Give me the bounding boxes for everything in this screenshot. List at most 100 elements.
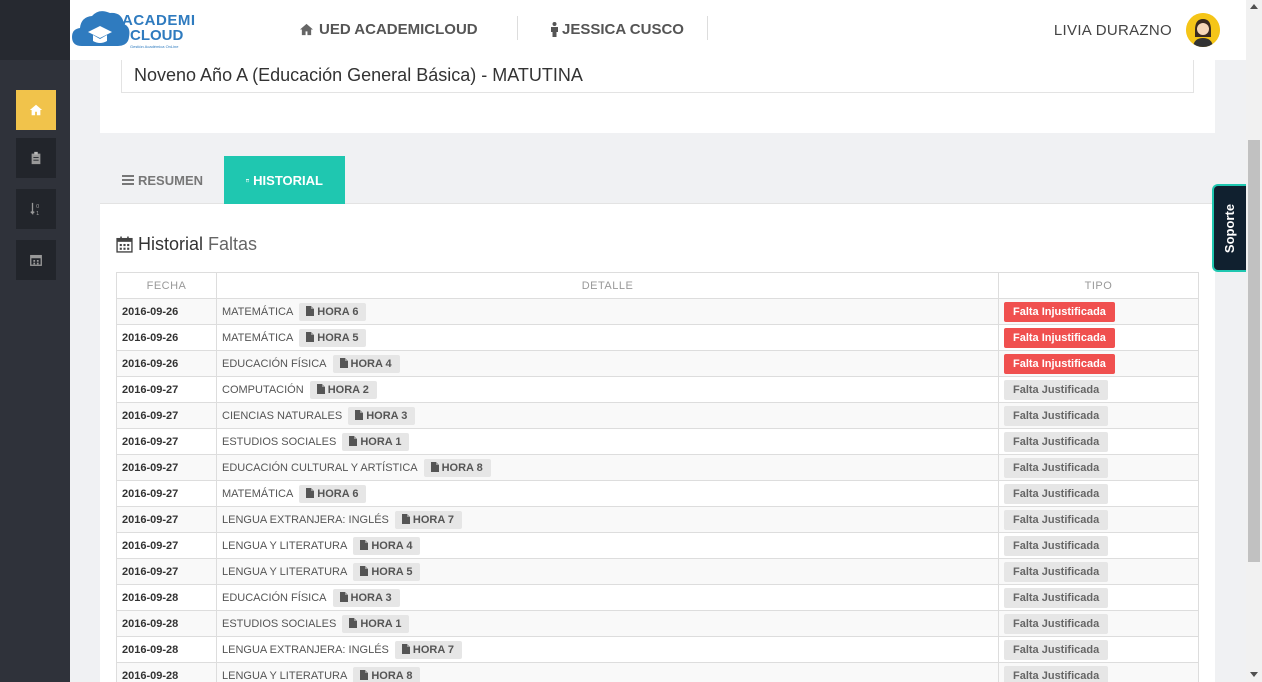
nav-student-label: JESSICA CUSCO (562, 20, 684, 38)
file-icon (306, 331, 315, 342)
status-badge: Falta Justificada (1004, 587, 1109, 608)
row-type: Falta Justificada (998, 428, 1199, 455)
row-detail: EDUCACIÓN FÍSICA HORA 3 (216, 584, 999, 611)
hora-label: HORA 4 (350, 357, 392, 370)
row-detail: EDUCACIÓN FÍSICA HORA 4 (216, 350, 999, 377)
row-type: Falta Justificada (998, 636, 1199, 663)
table-body: 2016-09-26 MATEMÁTICA HORA 6 Falta Injustif… (116, 298, 1199, 682)
hora-badge: HORA 1 (342, 432, 410, 451)
file-icon (306, 305, 315, 316)
row-date: 2016-09-27 (116, 532, 217, 559)
calendar-icon (246, 178, 250, 182)
column-header-detalle[interactable]: DETALLE (216, 272, 999, 299)
svg-text:0: 0 (36, 204, 39, 210)
row-date: 2016-09-27 (116, 480, 217, 507)
status-badge: Falta Justificada (1004, 665, 1109, 682)
scrollbar[interactable] (1246, 0, 1262, 682)
table-row: 2016-09-27 LENGUA EXTRANJERA: INGLÉS HORA … (116, 506, 1199, 533)
file-icon (349, 435, 358, 446)
row-date: 2016-09-27 (116, 506, 217, 533)
row-subject: ESTUDIOS SOCIALES (222, 617, 337, 630)
hora-label: HORA 6 (317, 305, 359, 318)
row-date: 2016-09-27 (116, 428, 217, 455)
hora-label: HORA 4 (371, 539, 413, 552)
sidebar-item-home[interactable] (16, 90, 56, 130)
user-menu[interactable]: LIVIA DURAZNO (1054, 0, 1246, 60)
row-type: Falta Justificada (998, 584, 1199, 611)
tab-resumen-label: RESUMEN (138, 172, 204, 188)
course-card: Noveno Año A (Educación General Básica) … (100, 60, 1215, 133)
row-subject: MATEMÁTICA (222, 305, 294, 318)
hora-badge: HORA 3 (348, 406, 416, 425)
hora-badge: HORA 4 (332, 354, 400, 373)
home-icon (300, 23, 313, 35)
table-row: 2016-09-27 LENGUA Y LITERATURA HORA 5 Falta… (116, 558, 1199, 585)
table-row: 2016-09-27 CIENCIAS NATURALES HORA 3 Falta … (116, 402, 1199, 429)
status-badge: Falta Justificada (1004, 379, 1109, 400)
row-date: 2016-09-28 (116, 610, 217, 637)
column-header-tipo[interactable]: TIPO (998, 272, 1199, 299)
sidebar-item-sort[interactable]: 01 (16, 189, 56, 229)
row-detail: LENGUA EXTRANJERA: INGLÉS HORA 7 (216, 506, 999, 533)
hora-label: HORA 7 (412, 643, 455, 656)
row-type: Falta Justificada (998, 506, 1199, 533)
row-subject: CIENCIAS NATURALES (222, 409, 343, 422)
row-type: Falta Justificada (998, 376, 1199, 403)
hora-label: HORA 1 (360, 435, 402, 448)
row-subject: MATEMÁTICA (222, 331, 294, 344)
row-subject: LENGUA Y LITERATURA (222, 565, 348, 578)
hora-label: HORA 8 (371, 669, 413, 682)
file-icon (430, 461, 439, 472)
file-icon (401, 513, 410, 524)
sidebar-item-calendar[interactable] (16, 240, 56, 280)
row-type: Falta Justificada (998, 454, 1199, 481)
row-detail: MATEMÁTICA HORA 6 (216, 298, 999, 325)
table-row: 2016-09-26 EDUCACIÓN FÍSICA HORA 4 Falta In… (116, 350, 1199, 377)
tab-historial[interactable]: HISTORIAL (224, 156, 345, 204)
row-detail: LENGUA Y LITERATURA HORA 5 (216, 558, 999, 585)
nav-student[interactable]: JESSICA CUSCO (550, 0, 684, 58)
logo-text-2: CLOUD (130, 27, 184, 44)
file-icon (306, 487, 315, 498)
avatar[interactable] (1186, 13, 1220, 47)
svg-text:1: 1 (36, 211, 39, 216)
row-subject: EDUCACIÓN CULTURAL Y ARTÍSTICA (222, 461, 418, 474)
hora-label: HORA 5 (371, 565, 413, 578)
hora-badge: HORA 1 (342, 614, 410, 633)
section-subtitle: Faltas (208, 234, 258, 254)
sidebar: 01 (0, 0, 70, 682)
column-header-fecha[interactable]: FECHA (116, 272, 217, 299)
hora-badge: HORA 5 (353, 562, 421, 581)
scroll-down-arrow-icon[interactable] (1250, 672, 1258, 677)
row-detail: ESTUDIOS SOCIALES HORA 1 (216, 428, 999, 455)
hora-label: HORA 7 (412, 513, 455, 526)
scrollbar-thumb[interactable] (1248, 140, 1260, 562)
table-row: 2016-09-28 EDUCACIÓN FÍSICA HORA 3 Falta Ju… (116, 584, 1199, 611)
person-icon (551, 21, 558, 37)
hora-label: HORA 3 (350, 591, 392, 604)
support-tab[interactable]: Soporte (1212, 184, 1246, 272)
nav-institution[interactable]: UED ACADEMICLOUD (299, 0, 478, 58)
table-row: 2016-09-27 ESTUDIOS SOCIALES HORA 1 Falta J… (116, 428, 1199, 455)
home-icon (29, 104, 43, 116)
file-icon (355, 409, 364, 420)
sidebar-item-clipboard[interactable] (16, 138, 56, 178)
scroll-up-arrow-icon[interactable] (1250, 4, 1258, 9)
row-date: 2016-09-27 (116, 558, 217, 585)
hora-badge: HORA 3 (332, 588, 400, 607)
table-row: 2016-09-27 COMPUTACIÓN HORA 2 Falta Justifi… (116, 376, 1199, 403)
tab-resumen[interactable]: RESUMEN (100, 156, 225, 204)
row-subject: COMPUTACIÓN (222, 383, 304, 396)
row-date: 2016-09-27 (116, 376, 217, 403)
history-card: RESUMEN HISTORIAL Historial Faltas FECHA… (100, 156, 1215, 682)
row-detail: LENGUA Y LITERATURA HORA 8 (216, 662, 999, 682)
app-logo[interactable]: ACADEMI CLOUD Gestión Académica OnLine (70, 6, 195, 54)
row-subject: LENGUA Y LITERATURA (222, 539, 348, 552)
row-type: Falta Justificada (998, 402, 1199, 429)
row-type: Falta Justificada (998, 610, 1199, 637)
row-type: Falta Justificada (998, 558, 1199, 585)
status-badge: Falta Justificada (1004, 431, 1109, 452)
row-date: 2016-09-28 (116, 636, 217, 663)
row-date: 2016-09-26 (116, 350, 217, 377)
row-detail: LENGUA Y LITERATURA HORA 4 (216, 532, 999, 559)
